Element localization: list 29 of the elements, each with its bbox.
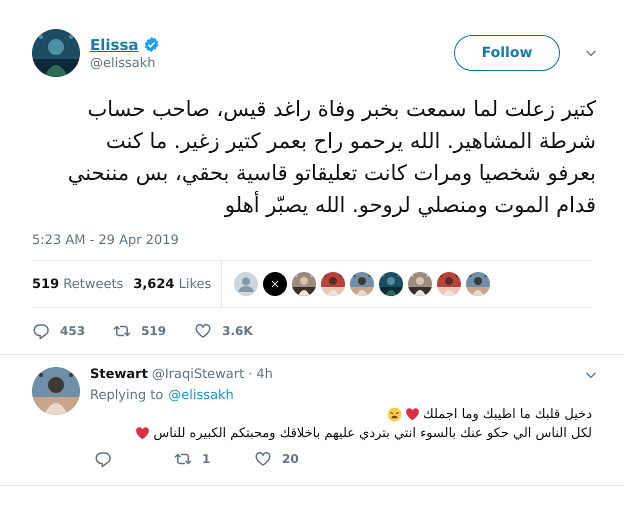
speech-bubble-icon[interactable] [32, 322, 50, 340]
stat-link[interactable]: 3,624 Likes [133, 276, 212, 292]
default-avatar-icon[interactable] [234, 272, 258, 296]
reply-time: 4h [256, 367, 273, 382]
tweet-text: كتير زعلت لما سمعت بخبر وفاة راغد قيس، صاحب حساب شرطة المشاهير. الله يرحمو راح بعمر كتير زغير. ما كنت بعرفو شخصيا ومرات كانت تعليقاتو قاسية بحقي، بس مننحني قدام الموت ومنصلي لروحو. الله يصبّر أهلو [66, 96, 596, 220]
heart-emoji-icon [405, 407, 420, 422]
reply-author-name[interactable]: Stewart [90, 367, 148, 382]
action-count: 453 [60, 324, 86, 338]
timestamp[interactable]: 5:23 AM - 29 Apr 2019 [32, 233, 592, 261]
reply-author-handle: @IraqiStewart [152, 367, 244, 382]
weary-face-icon [387, 407, 402, 422]
separator-dot: · [248, 367, 252, 382]
author-handle: @elissakh [90, 56, 157, 70]
heart-icon[interactable] [194, 322, 212, 340]
speech-bubble-icon[interactable] [94, 450, 112, 468]
action-count: 1 [202, 452, 210, 466]
action-count: 20 [282, 452, 299, 466]
mention-link[interactable]: @elissakh [168, 388, 234, 403]
author-name-link[interactable]: Elissa [90, 36, 139, 54]
action-count: 3.6K [222, 324, 253, 338]
replying-to-label: Replying to [90, 388, 164, 403]
action-count: 519 [141, 324, 166, 338]
heart-emoji-icon [135, 426, 150, 441]
x-avatar-icon[interactable] [263, 272, 288, 296]
heart-icon[interactable] [254, 450, 272, 468]
stat-link[interactable]: 519 Retweets [32, 276, 124, 292]
reply-text: لكل الناس الي حكو عنك بالسوء انتي بتردي عليهم باخلاقك ومحبتكم الكبيره للناس [153, 426, 592, 441]
follow-button[interactable]: Follow [454, 35, 560, 71]
reply-text: دخيل قلبك ما اطيبك وما اجملك [423, 407, 592, 422]
